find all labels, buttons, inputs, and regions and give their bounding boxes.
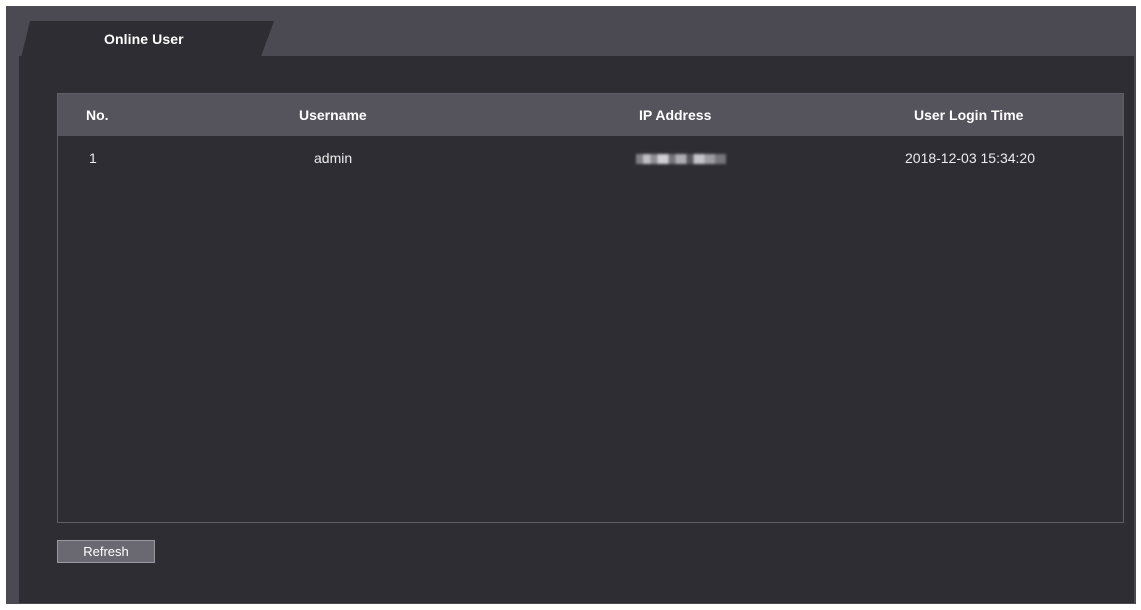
header-ip-address: IP Address <box>639 107 712 123</box>
header-no: No. <box>86 107 109 123</box>
online-user-frame: Online User No. Username IP Address User… <box>6 6 1136 604</box>
online-user-table: No. Username IP Address User Login Time … <box>57 93 1124 523</box>
tab-online-user-label: Online User <box>104 31 184 47</box>
header-username: Username <box>299 107 367 123</box>
cell-login-time: 2018-12-03 15:34:20 <box>905 150 1035 166</box>
table-row: 1 admin 2018-12-03 15:34:20 <box>58 136 1123 178</box>
cell-username: admin <box>314 150 353 166</box>
cell-no: 1 <box>89 150 97 166</box>
table-header: No. Username IP Address User Login Time <box>58 94 1123 136</box>
refresh-button[interactable]: Refresh <box>57 540 155 563</box>
redacted-ip-mask <box>636 154 726 165</box>
header-user-login-time: User Login Time <box>914 107 1024 123</box>
cell-ip-address <box>636 136 726 180</box>
online-user-panel: No. Username IP Address User Login Time … <box>19 56 1134 603</box>
